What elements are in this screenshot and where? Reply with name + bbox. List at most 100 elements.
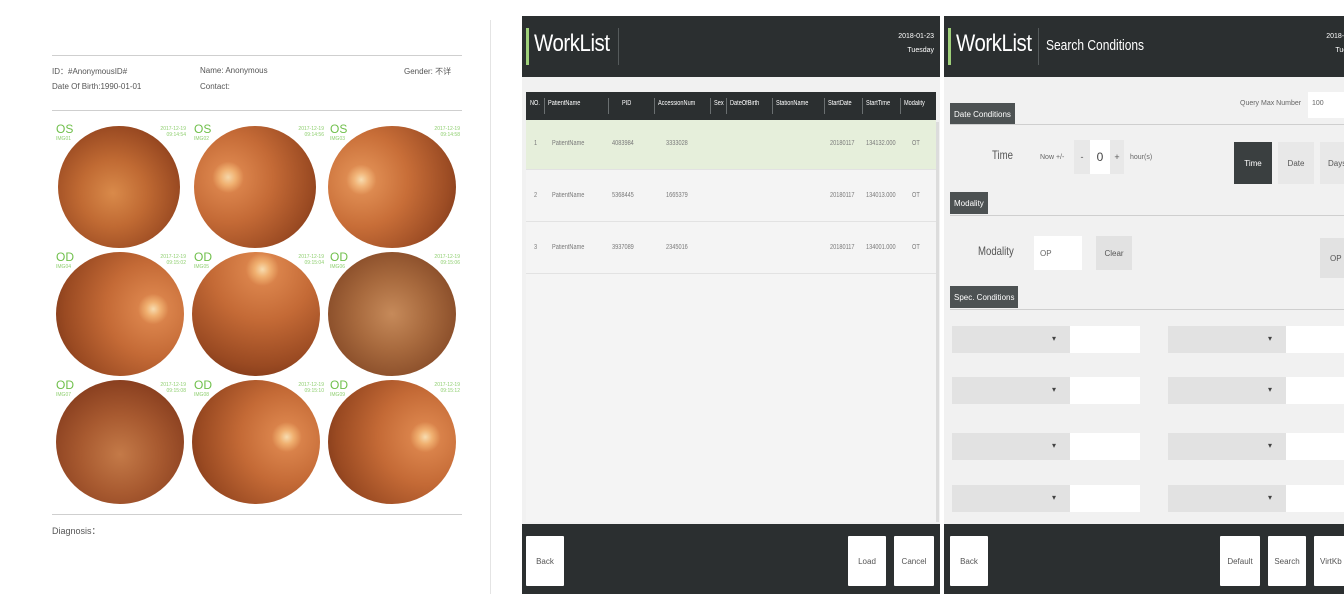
image-id: IMG03: [330, 136, 346, 142]
spec-field-select[interactable]: ▾: [952, 485, 1070, 512]
search-panel-title: WorkList: [956, 30, 1032, 57]
spec-field-select[interactable]: ▾: [952, 377, 1070, 404]
fundus-cell[interactable]: OD IMG09 2017-12-19 09:15:12: [326, 378, 462, 505]
spec-value-input[interactable]: [1286, 433, 1344, 460]
header-weekday: Tuesday: [907, 47, 934, 54]
clear-button[interactable]: Clear: [1096, 236, 1132, 270]
col-start-time[interactable]: StartTime: [866, 100, 890, 107]
cell-accession: 2345016: [666, 244, 688, 251]
spec-value-input[interactable]: [1070, 485, 1140, 512]
table-row[interactable]: 1 PatientName 4083984 3333028 20180117 1…: [526, 120, 936, 170]
cell-start-time: 134001.000: [866, 244, 896, 251]
date-conditions-header: Date Conditions: [950, 103, 1015, 125]
spec-field-select[interactable]: ▾: [1168, 326, 1286, 353]
query-max-input[interactable]: 100: [1308, 92, 1344, 118]
cell-start-date: 20180117: [830, 192, 855, 199]
modality-header: Modality: [950, 192, 988, 214]
cell-modality: OT: [912, 192, 920, 199]
spec-value-input[interactable]: [1286, 377, 1344, 404]
cell-start-time: 134013.000: [866, 192, 896, 199]
col-divider: [726, 98, 727, 114]
spec-field-select[interactable]: ▾: [1168, 485, 1286, 512]
col-sex[interactable]: Sex: [714, 100, 724, 107]
fundus-cell[interactable]: OD IMG04 2017-12-19 09:15:02: [52, 250, 188, 377]
spec-value-input[interactable]: [1070, 377, 1140, 404]
image-id: IMG05: [194, 264, 210, 270]
col-divider: [654, 98, 655, 114]
search-conditions-panel: WorkList Search Conditions 2018-01-23 Tu…: [944, 16, 1344, 594]
fundus-cell[interactable]: OD IMG06 2017-12-19 09:15:06: [326, 250, 462, 377]
fundus-report: ID：#AnonymousID# Name: Anonymous Gender:…: [0, 0, 490, 594]
col-start-date[interactable]: StartDate: [828, 100, 852, 107]
col-no[interactable]: NO.: [530, 100, 540, 107]
increment-button[interactable]: +: [1110, 140, 1124, 174]
patient-id: ID：#AnonymousID#: [52, 67, 128, 76]
cell-modality: OT: [912, 244, 920, 251]
table-row[interactable]: 2 PatientName 5368445 1665379 20180117 1…: [526, 172, 936, 222]
modality-input-value: OP: [1040, 249, 1052, 258]
image-id: IMG06: [330, 264, 346, 270]
header-weekday: Tuesday: [1335, 47, 1344, 54]
image-id: IMG09: [330, 392, 346, 398]
time-toggle[interactable]: Time: [1234, 142, 1272, 184]
days-toggle[interactable]: Days: [1320, 142, 1344, 184]
spec-value-input[interactable]: [1286, 326, 1344, 353]
search-footer: Back Default Search VirtKb: [944, 524, 1344, 594]
col-divider: [824, 98, 825, 114]
spec-value-input[interactable]: [1070, 433, 1140, 460]
table-header: NO. PatientName PID AccessionNum Sex Dat…: [526, 92, 936, 120]
fundus-cell[interactable]: OS IMG01 2017-12-19 09:14:54: [52, 122, 188, 249]
offset-unit: hour(s): [1130, 154, 1153, 161]
patient-contact: Contact:: [200, 82, 230, 91]
cancel-button[interactable]: Cancel: [894, 536, 934, 586]
back-button[interactable]: Back: [526, 536, 564, 586]
cell-name: PatientName: [552, 140, 585, 147]
spec-value-input[interactable]: [1286, 485, 1344, 512]
spec-field-select[interactable]: ▾: [952, 433, 1070, 460]
fundus-image: [58, 126, 180, 248]
back-button[interactable]: Back: [950, 536, 988, 586]
image-timestamp: 2017-12-19 09:14:54: [160, 126, 186, 138]
date-toggle[interactable]: Date: [1278, 142, 1314, 184]
table-scrollbar[interactable]: [936, 122, 939, 522]
dropdown-arrow-icon: ▾: [1051, 493, 1056, 502]
image-timestamp: 2017-12-19 09:14:56: [298, 126, 324, 138]
image-timestamp: 2017-12-19 09:15:06: [434, 254, 460, 266]
fundus-cell[interactable]: OD IMG08 2017-12-19 09:15:10: [190, 378, 326, 505]
spec-field-select[interactable]: ▾: [1168, 377, 1286, 404]
query-max-value: 100: [1312, 100, 1324, 107]
load-button[interactable]: Load: [848, 536, 886, 586]
fundus-cell[interactable]: OD IMG07 2017-12-19 09:15:08: [52, 378, 188, 505]
cell-no: 3: [534, 244, 538, 251]
spec-field-select[interactable]: ▾: [952, 326, 1070, 353]
col-divider: [544, 98, 545, 114]
offset-input[interactable]: 0: [1090, 140, 1110, 174]
table-row[interactable]: 3 PatientName 3937089 2345016 20180117 1…: [526, 224, 936, 274]
col-pid[interactable]: PID: [622, 100, 631, 107]
patient-gender: Gender: 不详: [404, 67, 452, 76]
fundus-image: [328, 252, 456, 376]
col-dob[interactable]: DateOfBirth: [730, 100, 759, 107]
dropdown-arrow-icon: ▾: [1051, 441, 1056, 450]
image-id: IMG04: [56, 264, 72, 270]
decrement-button[interactable]: -: [1074, 140, 1090, 174]
col-patient-name[interactable]: PatientName: [548, 100, 580, 107]
cell-no: 1: [534, 140, 538, 147]
dropdown-arrow-icon: ▾: [1267, 441, 1272, 450]
search-button[interactable]: Search: [1268, 536, 1306, 586]
col-station[interactable]: StationName: [776, 100, 808, 107]
fundus-cell[interactable]: OD IMG05 2017-12-19 09:15:04: [190, 250, 326, 377]
fundus-cell[interactable]: OS IMG03 2017-12-19 09:14:58: [326, 122, 462, 249]
col-accession[interactable]: AccessionNum: [658, 100, 695, 107]
col-modality[interactable]: Modality: [904, 100, 925, 107]
default-button[interactable]: Default: [1220, 536, 1260, 586]
virtual-keyboard-button[interactable]: VirtKb: [1314, 536, 1344, 586]
spec-value-input[interactable]: [1070, 326, 1140, 353]
eye-label: OD: [330, 378, 348, 392]
search-subtitle: Search Conditions: [1046, 37, 1145, 54]
spec-field-select[interactable]: ▾: [1168, 433, 1286, 460]
fundus-cell[interactable]: OS IMG02 2017-12-19 09:14:56: [190, 122, 326, 249]
modality-option-button[interactable]: OP: [1320, 238, 1344, 278]
modality-input[interactable]: OP: [1034, 236, 1082, 270]
report-top-rule: [52, 55, 462, 56]
